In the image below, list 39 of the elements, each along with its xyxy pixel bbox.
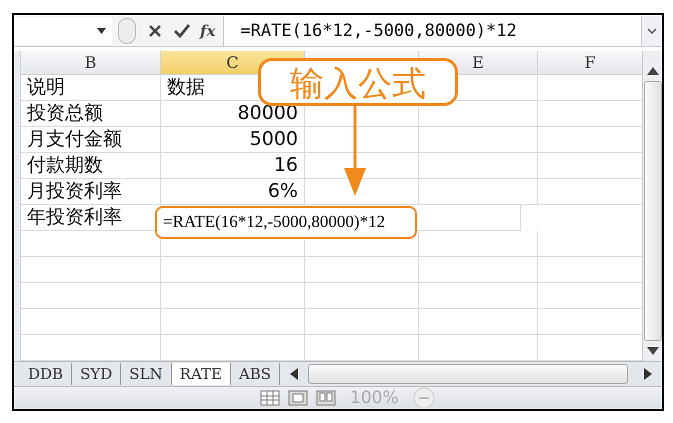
sheet-tab[interactable]: ABS <box>230 363 280 386</box>
table-cell: 5000 <box>161 127 305 154</box>
formula-field[interactable]: =RATE(16*12,-5000,80000)*12 <box>223 16 641 46</box>
splitter-handle[interactable] <box>118 18 136 44</box>
table-cell: 16 <box>161 153 305 180</box>
page-layout-icon[interactable] <box>288 390 308 406</box>
column-header[interactable]: B <box>21 51 161 76</box>
scroll-right-icon[interactable] <box>644 368 652 380</box>
zoom-level: 100% <box>350 388 399 408</box>
table-cell: 投资总额 <box>21 101 161 128</box>
dropdown-caret-icon <box>97 28 106 34</box>
page-break-icon[interactable] <box>316 390 336 406</box>
name-box[interactable] <box>14 16 112 45</box>
table-cell: 说明 <box>21 75 161 102</box>
scroll-thumb[interactable] <box>308 364 628 384</box>
chevron-down-icon <box>647 28 657 34</box>
row-header[interactable] <box>14 335 21 362</box>
cell-editor[interactable]: =RATE(16*12,-5000,80000)*12 <box>155 206 417 240</box>
scroll-left-icon[interactable] <box>290 368 298 380</box>
scroll-thumb[interactable] <box>644 81 662 342</box>
zoom-out-icon[interactable] <box>412 387 435 409</box>
table-cell: 月支付金额 <box>21 127 161 154</box>
scroll-down-icon[interactable] <box>646 347 658 356</box>
normal-view-icon[interactable] <box>260 390 280 406</box>
expand-button[interactable] <box>641 16 662 46</box>
sheet-tab[interactable]: DDB <box>20 363 72 386</box>
checkmark-icon[interactable] <box>173 22 191 39</box>
scroll-up-icon[interactable] <box>646 67 658 76</box>
vertical-scrollbar[interactable] <box>642 51 662 362</box>
column-header[interactable]: F <box>538 51 642 76</box>
insert-function-button[interactable]: fx <box>200 22 216 40</box>
table-cell: 6% <box>161 179 305 206</box>
table-cell: 月投资利率 <box>21 179 161 206</box>
table-cell: 付款期数 <box>21 153 161 180</box>
corner-cell <box>14 51 21 76</box>
sheet-tab[interactable]: SYD <box>72 363 122 386</box>
callout-tooltip: 输入公式 <box>258 58 458 106</box>
cancel-icon[interactable] <box>147 22 163 39</box>
sheet-tab[interactable]: RATE <box>172 363 231 386</box>
